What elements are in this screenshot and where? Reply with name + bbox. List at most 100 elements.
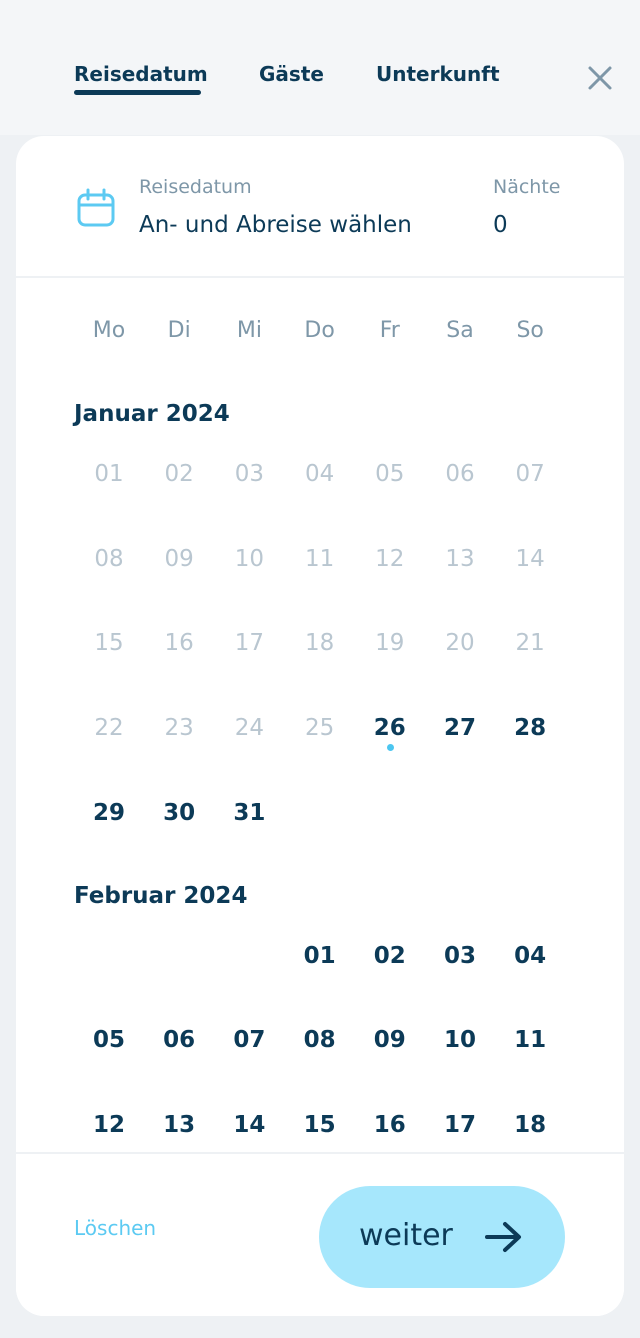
clear-button[interactable]: Löschen xyxy=(74,1216,156,1240)
calendar-day[interactable]: 10 xyxy=(425,1015,495,1065)
day-number: 30 xyxy=(163,799,196,826)
calendar-day[interactable]: 16 xyxy=(355,1100,425,1150)
date-picker-card: Reisedatum An- und Abreise wählen Nächte… xyxy=(16,136,624,1316)
day-number: 10 xyxy=(234,545,265,572)
calendar-icon xyxy=(76,188,116,228)
calendar-day[interactable]: 07 xyxy=(214,1015,284,1065)
calendar-day: 04 xyxy=(285,449,355,499)
calendar-day: 09 xyxy=(144,534,214,584)
calendar-day[interactable]: 12 xyxy=(74,1100,144,1150)
day-number: 26 xyxy=(373,715,406,742)
day-number: 31 xyxy=(233,799,266,826)
weekday-label: Mi xyxy=(236,318,262,343)
day-number: 08 xyxy=(303,1027,336,1054)
day-number: 12 xyxy=(92,1111,125,1138)
day-number: 01 xyxy=(303,942,336,969)
day-number: 07 xyxy=(515,461,545,487)
calendar-day: 22 xyxy=(74,703,144,753)
calendar-scroll-area[interactable]: Mo Di Mi Do Fr Sa So Januar 2024 01 02 03 04 05 06 07 0… xyxy=(16,278,624,1152)
calendar-day[interactable]: 29 xyxy=(74,788,144,838)
day-number: 13 xyxy=(163,1111,196,1138)
tab-gaeste[interactable]: Gäste xyxy=(259,62,324,86)
day-number: 03 xyxy=(234,461,265,487)
calendar-day: 20 xyxy=(425,618,495,668)
calendar-day[interactable]: 14 xyxy=(214,1100,284,1150)
day-number: 15 xyxy=(303,1111,336,1138)
weekday-label: Fr xyxy=(379,318,400,343)
top-bar: Reisedatum Gäste Unterkunft xyxy=(0,0,640,135)
calendar-day[interactable]: 03 xyxy=(425,931,495,981)
calendar-day[interactable]: 28 xyxy=(495,703,565,753)
day-number: 11 xyxy=(514,1027,547,1054)
day-number: 14 xyxy=(233,1111,266,1138)
weekday-label: Mo xyxy=(92,318,126,343)
tab-reisedatum[interactable]: Reisedatum xyxy=(74,62,208,86)
day-number: 12 xyxy=(375,545,405,572)
calendar-day: 17 xyxy=(214,618,284,668)
calendar-day[interactable]: 27 xyxy=(425,703,495,753)
calendar-day[interactable]: 13 xyxy=(144,1100,214,1150)
day-number: 18 xyxy=(514,1111,547,1138)
day-number: 27 xyxy=(443,715,476,742)
day-number: 06 xyxy=(445,461,475,487)
calendar-day[interactable]: 02 xyxy=(355,931,425,981)
day-number: 25 xyxy=(304,715,335,742)
day-number: 01 xyxy=(94,461,124,487)
day-number: 29 xyxy=(92,799,125,826)
nights-value: 0 xyxy=(493,212,508,238)
calendar-day[interactable]: 09 xyxy=(355,1015,425,1065)
calendar-day: 21 xyxy=(495,618,565,668)
calendar-day[interactable]: 15 xyxy=(285,1100,355,1150)
day-number: 09 xyxy=(164,545,194,572)
calendar-day: 03 xyxy=(214,449,284,499)
calendar-day[interactable]: 05 xyxy=(74,1015,144,1065)
calendar-day: 23 xyxy=(144,703,214,753)
day-number: 06 xyxy=(163,1027,196,1054)
calendar-day: 11 xyxy=(285,534,355,584)
day-number: 10 xyxy=(443,1027,476,1054)
calendar-day: 25 xyxy=(285,703,355,753)
calendar-day[interactable]: 04 xyxy=(495,931,565,981)
calendar-day[interactable]: 17 xyxy=(425,1100,495,1150)
day-number: 08 xyxy=(94,545,124,572)
calendar-day[interactable]: 01 xyxy=(285,931,355,981)
calendar-day[interactable]: 08 xyxy=(285,1015,355,1065)
day-number: 21 xyxy=(515,630,545,657)
day-number: 23 xyxy=(164,715,194,742)
calendar-day-today[interactable]: 26 xyxy=(355,703,425,753)
today-indicator-dot xyxy=(386,744,394,752)
day-number: 28 xyxy=(514,715,547,742)
day-number: 05 xyxy=(375,461,405,487)
calendar-day[interactable]: 06 xyxy=(144,1015,214,1065)
day-number: 15 xyxy=(94,630,124,657)
day-number: 16 xyxy=(373,1111,406,1138)
tab-unterkunft[interactable]: Unterkunft xyxy=(376,62,500,86)
weekday-label: So xyxy=(516,318,544,343)
day-number: 14 xyxy=(515,545,545,572)
day-number: 04 xyxy=(304,461,335,487)
date-summary-header: Reisedatum An- und Abreise wählen Nächte… xyxy=(16,136,624,278)
day-number: 22 xyxy=(94,715,124,742)
day-number: 02 xyxy=(373,942,406,969)
day-number: 03 xyxy=(443,942,476,969)
calendar-day[interactable]: 30 xyxy=(144,788,214,838)
close-icon[interactable] xyxy=(580,58,620,98)
day-number: 19 xyxy=(375,630,405,657)
next-button[interactable]: weiter xyxy=(319,1186,565,1288)
calendar-day: 10 xyxy=(214,534,284,584)
day-number: 04 xyxy=(514,942,547,969)
calendar-day[interactable]: 31 xyxy=(214,788,284,838)
calendar-day: 14 xyxy=(495,534,565,584)
travel-date-value[interactable]: An- und Abreise wählen xyxy=(139,212,412,238)
calendar-day: 18 xyxy=(285,618,355,668)
day-number: 13 xyxy=(445,545,475,572)
calendar-day: 06 xyxy=(425,449,495,499)
calendar-day[interactable]: 11 xyxy=(495,1015,565,1065)
calendar-day[interactable]: 18 xyxy=(495,1100,565,1150)
calendar-day: 02 xyxy=(144,449,214,499)
day-number: 09 xyxy=(373,1027,406,1054)
calendar-day: 12 xyxy=(355,534,425,584)
arrow-right-icon xyxy=(485,1222,521,1252)
day-number: 16 xyxy=(164,630,194,657)
day-number: 11 xyxy=(304,545,335,572)
